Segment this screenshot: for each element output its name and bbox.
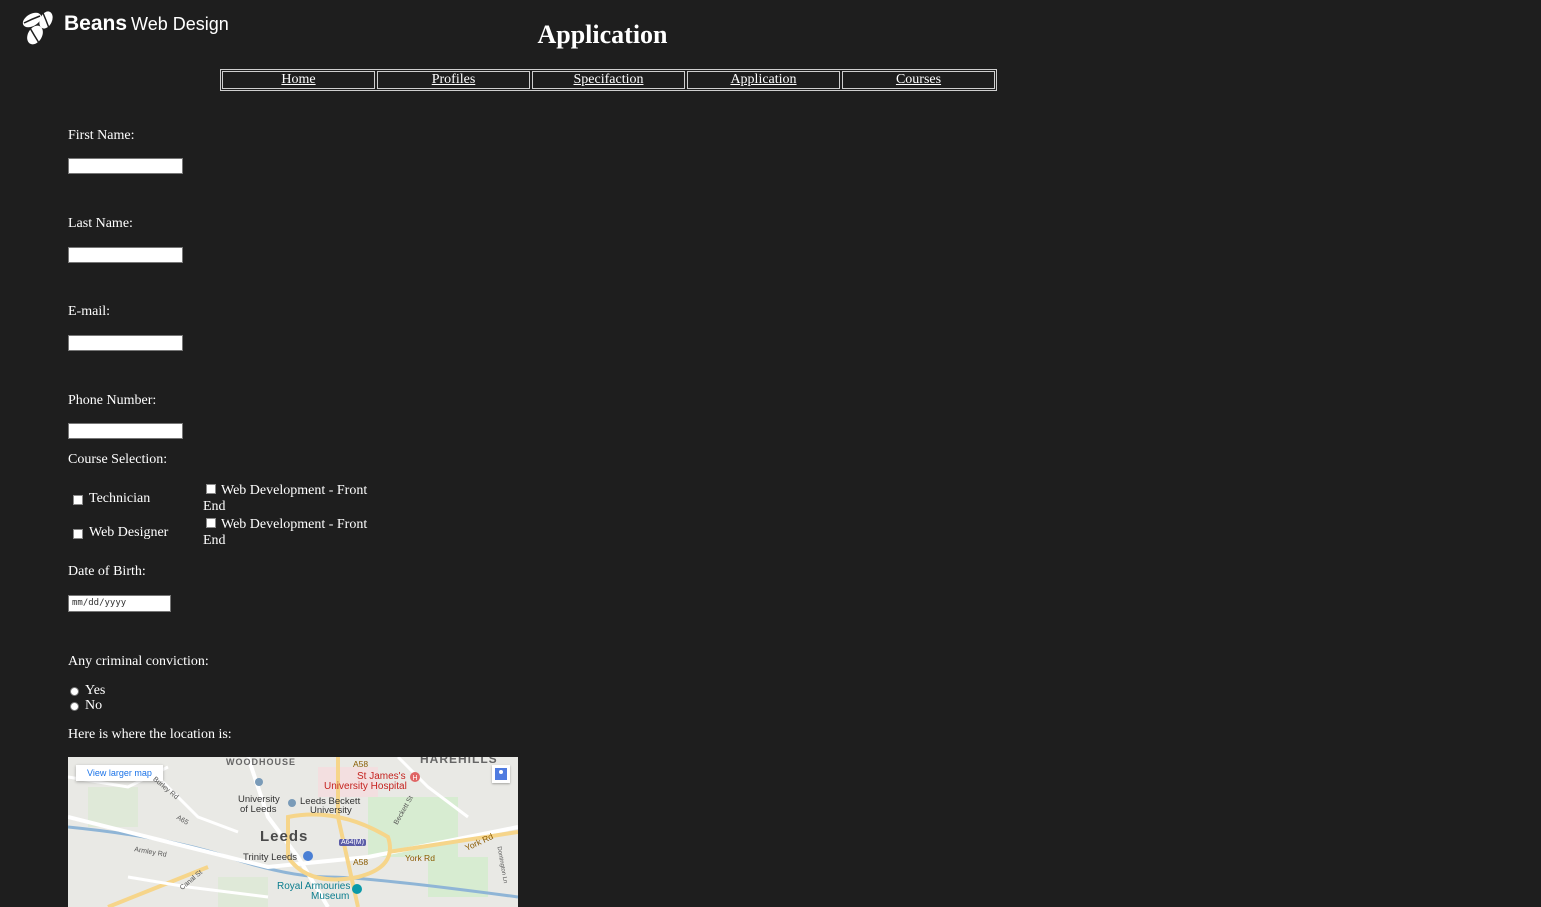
phone-input[interactable] (68, 423, 183, 439)
web-dev-1-label: Web Development - Front End (203, 483, 371, 515)
email-input[interactable] (68, 335, 183, 351)
page-title: Application (537, 20, 668, 49)
criminal-yes-option[interactable]: Yes (70, 683, 105, 699)
course-option-technician[interactable]: Technician (73, 491, 150, 507)
map-label-leeds: Leeds (260, 828, 309, 845)
street-view-pegman-icon[interactable] (492, 765, 510, 783)
dob-input[interactable]: mm/dd/yyyy (68, 595, 171, 612)
technician-checkbox[interactable] (73, 495, 83, 505)
last-name-label: Last Name: (68, 216, 133, 231)
map-label-st-james-hospital: University Hospital (324, 781, 407, 792)
course-option-web-dev-1[interactable]: Web Development - Front End (203, 483, 371, 515)
course-option-web-dev-2[interactable]: Web Development - Front End (203, 517, 371, 549)
web-dev-2-label: Web Development - Front End (203, 517, 371, 549)
dob-label: Date of Birth: (68, 564, 146, 579)
nav-courses-link[interactable]: Courses (842, 71, 995, 89)
no-radio[interactable] (70, 701, 79, 711)
view-larger-map-link[interactable]: View larger map (76, 765, 163, 781)
web-dev-1-text: Web Development - Front End (203, 483, 368, 514)
course-selection-label: Course Selection: (68, 452, 168, 467)
nav-profiles-link[interactable]: Profiles (377, 71, 530, 89)
map-label-a58-south: A58 (353, 857, 369, 867)
technician-label: Technician (89, 491, 151, 506)
phone-label: Phone Number: (68, 393, 157, 408)
location-label: Here is where the location is: (68, 727, 232, 742)
map-label-beckett-university: University (310, 805, 352, 816)
criminal-no-option[interactable]: No (70, 698, 102, 714)
web-designer-checkbox[interactable] (73, 529, 83, 539)
map-label-of-leeds: of Leeds (240, 804, 277, 815)
web-designer-label: Web Designer (89, 525, 169, 540)
location-map[interactable]: View larger map WOODHOUSE HAREHILLS A58 … (68, 757, 518, 907)
web-dev-2-text: Web Development - Front End (203, 517, 368, 548)
no-label: No (85, 698, 103, 713)
map-label-trinity-leeds: Trinity Leeds (243, 852, 298, 863)
nav-home-link[interactable]: Home (222, 71, 375, 89)
email-label: E-mail: (68, 304, 110, 319)
criminal-conviction-label: Any criminal conviction: (68, 654, 209, 669)
yes-label: Yes (85, 683, 106, 698)
main-nav: Home Profiles Specifaction Application C… (220, 69, 997, 91)
map-label-museum: Museum (311, 891, 350, 902)
first-name-input[interactable] (68, 158, 183, 174)
first-name-label: First Name: (68, 128, 135, 143)
map-label-woodhouse: WOODHOUSE (226, 757, 297, 767)
map-label-a58: A58 (353, 759, 369, 769)
web-dev-2-checkbox[interactable] (206, 518, 216, 528)
nav-specifaction-link[interactable]: Specifaction (532, 71, 685, 89)
map-label-a64m: A64(M) (339, 839, 366, 846)
web-dev-1-checkbox[interactable] (206, 484, 216, 494)
course-option-web-designer[interactable]: Web Designer (73, 525, 168, 541)
map-label-york-rd: York Rd (405, 853, 435, 863)
last-name-input[interactable] (68, 247, 183, 263)
nav-application-link[interactable]: Application (687, 71, 840, 89)
map-label-harehills: HAREHILLS (420, 757, 498, 766)
yes-radio[interactable] (70, 686, 79, 696)
